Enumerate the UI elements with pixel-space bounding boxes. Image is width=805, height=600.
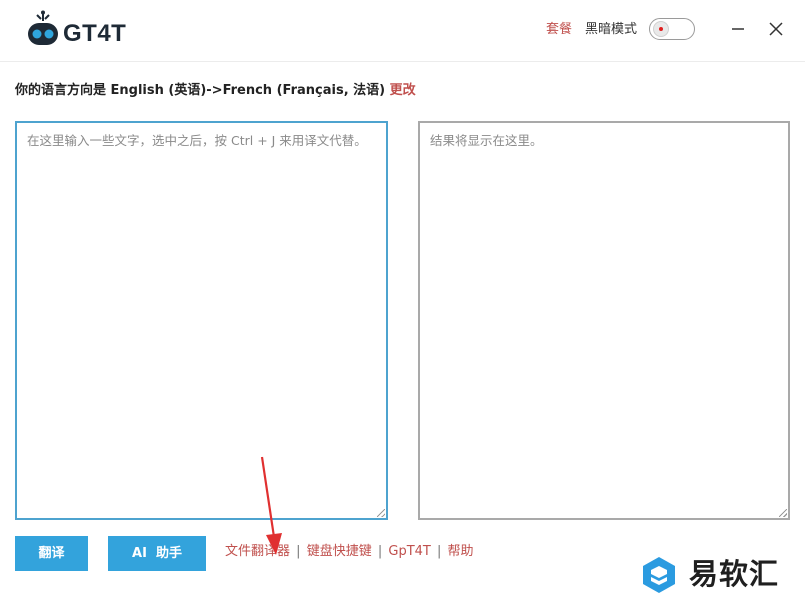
link-separator: | <box>377 544 383 559</box>
minimize-icon[interactable] <box>727 18 749 40</box>
language-direction: 你的语言方向是 English (英语)->French (Français, … <box>15 82 416 100</box>
close-icon[interactable] <box>765 18 787 40</box>
result-output[interactable]: 结果将显示在这里。 <box>418 121 790 520</box>
source-text-input[interactable] <box>15 121 388 520</box>
dark-mode-toggle[interactable] <box>649 18 695 40</box>
link-separator: | <box>437 544 442 559</box>
toggle-knob <box>653 21 669 37</box>
gpt4t-link[interactable]: GpT4T <box>388 544 430 559</box>
change-language-link[interactable]: 更改 <box>390 83 416 98</box>
link-separator: | <box>296 544 301 559</box>
result-placeholder: 结果将显示在这里。 <box>430 133 543 148</box>
title-bar: GT4T 套餐 黑暗模式 <box>0 0 805 62</box>
ai-assistant-button[interactable]: AI 助手 <box>108 536 206 571</box>
keyboard-shortcuts-link[interactable]: 键盘快捷键 <box>307 544 372 559</box>
resize-grip-icon[interactable] <box>779 509 787 517</box>
language-pair: English (英语)->French (Français, 法语) <box>110 83 386 98</box>
plan-link[interactable]: 套餐 <box>546 21 572 39</box>
help-link[interactable]: 帮助 <box>448 544 474 559</box>
dark-mode-label: 黑暗模式 <box>585 22 638 37</box>
robot-logo-icon <box>28 10 58 45</box>
red-arrow-annotation-icon <box>260 456 282 555</box>
language-prefix: 你的语言方向是 <box>15 83 111 98</box>
app-name: GT4T <box>63 20 127 47</box>
watermark-logo-icon <box>643 557 675 593</box>
watermark-text: 易软汇 <box>689 557 780 591</box>
resize-grip-icon[interactable] <box>377 509 385 517</box>
translate-button[interactable]: 翻译 <box>15 536 88 571</box>
